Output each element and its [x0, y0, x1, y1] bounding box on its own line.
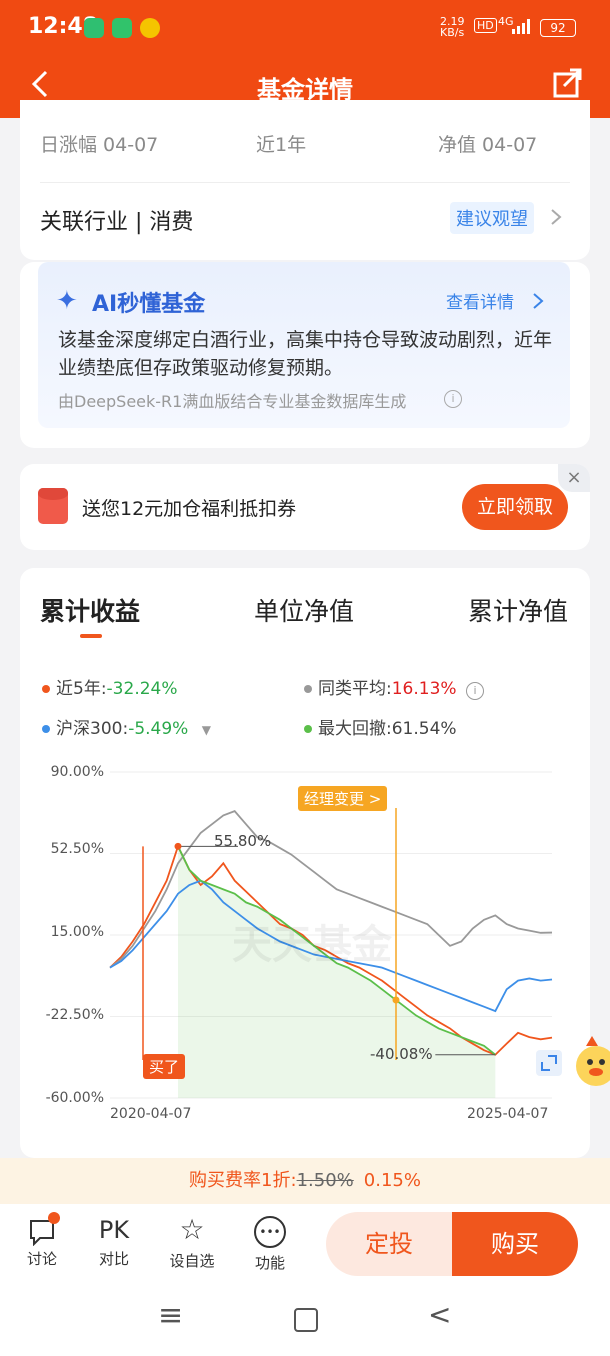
notification-dot: [48, 1212, 60, 1224]
tab-cumulative-return[interactable]: 累计收益: [40, 592, 140, 628]
fee-label: 购买费率1折:: [189, 1170, 297, 1191]
x-end-label: 2025-04-07: [467, 1106, 549, 1122]
mascot-icon[interactable]: [572, 1032, 610, 1090]
battery-icon: 92: [540, 19, 576, 37]
summary-label-1: 日涨幅 04-07: [40, 134, 159, 156]
ai-title: AI秒懂基金: [92, 292, 206, 317]
battery-level: 92: [550, 21, 566, 35]
bottom-action-bar: 讨论 PK 对比 ☆ 设自选 ••• 功能 定投 购买: [0, 1204, 610, 1284]
sparkle-icon: ✦: [56, 286, 78, 316]
legend-value: 61.54%: [391, 719, 457, 739]
back-nav-icon[interactable]: <: [428, 1298, 451, 1331]
ai-panel: ✦ AI秒懂基金 查看详情 该基金深度绑定白酒行业，高集中持仓导致波动剧烈，近年…: [38, 262, 570, 428]
legend-item[interactable]: 沪深300:-5.49% ▼: [42, 714, 211, 739]
advice-badge[interactable]: 建议观望: [450, 202, 534, 234]
ai-source: 由DeepSeek-R1满血版结合专业基金数据库生成: [58, 392, 407, 411]
legend-value: -5.49%: [128, 719, 189, 739]
ai-card: ✦ AI秒懂基金 查看详情 该基金深度绑定白酒行业，高集中持仓导致波动剧烈，近年…: [20, 262, 590, 448]
envelope-flap: [38, 488, 68, 500]
info-icon[interactable]: i: [465, 682, 484, 700]
industry-label[interactable]: 关联行业 | 消费: [40, 204, 193, 236]
app-icon: [140, 18, 160, 38]
close-icon[interactable]: ×: [558, 464, 590, 492]
tab-unit-nav[interactable]: 单位净值: [254, 592, 354, 628]
watchlist-button[interactable]: ☆ 设自选: [162, 1214, 222, 1271]
shield-icon: [84, 18, 104, 38]
legend-dot: [304, 685, 312, 693]
share-icon[interactable]: [550, 66, 584, 100]
divider: [40, 182, 570, 183]
signal-icon: [512, 18, 532, 34]
legend-label: 沪深300:: [56, 719, 129, 739]
home-icon[interactable]: [294, 1308, 318, 1332]
legend-label: 同类平均:: [318, 679, 392, 699]
info-icon[interactable]: i: [444, 390, 462, 408]
more-icon: •••: [254, 1216, 286, 1248]
trough-label: -40.08%: [370, 1045, 433, 1063]
manager-change-tag[interactable]: 经理变更 >: [298, 786, 388, 811]
caret-down-icon[interactable]: ▼: [202, 723, 211, 737]
x-start-label: 2020-04-07: [110, 1106, 192, 1122]
chevron-right-icon[interactable]: [550, 208, 562, 230]
chat-icon: [28, 1212, 60, 1247]
ai-detail-link[interactable]: 查看详情: [446, 288, 514, 313]
fee-new: 0.15%: [363, 1170, 421, 1191]
legend-label: 近5年:: [56, 679, 107, 699]
watchlist-label: 设自选: [169, 1252, 215, 1270]
claim-button[interactable]: 立即领取: [462, 484, 568, 530]
ai-text: 该基金深度绑定白酒行业，高集中持仓导致波动剧烈，近年业绩垫底但存政策驱动修复预期…: [58, 329, 553, 379]
coupon-text: 送您12元加仓福利抵扣券: [82, 498, 297, 520]
compare-button[interactable]: PK 对比: [84, 1214, 144, 1269]
red-envelope-icon: [38, 488, 68, 524]
buy-button[interactable]: 购买: [452, 1212, 578, 1276]
legend-value: -32.24%: [106, 679, 178, 699]
manager-change-marker: [392, 996, 400, 1004]
legend-dot: [42, 685, 50, 693]
legend-dot: [304, 725, 312, 733]
active-tab-indicator: [80, 634, 102, 638]
hd-icon: HD: [474, 18, 497, 33]
pk-icon: PK: [98, 1216, 130, 1244]
chevron-right-icon[interactable]: [532, 292, 544, 314]
discuss-label: 讨论: [26, 1250, 57, 1268]
status-bar: 12:48 2.19 KB/s HD 4G 92: [0, 0, 610, 56]
functions-button[interactable]: ••• 功能: [240, 1214, 300, 1273]
legend-item: 同类平均:16.13% i: [304, 674, 484, 700]
expand-icon[interactable]: [536, 1050, 562, 1076]
tab-accumulated-nav[interactable]: 累计净值: [468, 592, 568, 628]
fee-strip: 购买费率1折:1.50% 0.15%: [0, 1158, 610, 1204]
legend-item: 近5年:-32.24%: [42, 674, 178, 699]
legend-item: 最大回撤:61.54%: [304, 714, 457, 739]
auto-invest-button[interactable]: 定投: [326, 1212, 452, 1276]
functions-label: 功能: [254, 1254, 285, 1272]
phone-icon: [112, 18, 132, 38]
summary-card: 日涨幅 04-07 近1年 净值 04-07 关联行业 | 消费 建议观望: [20, 100, 590, 260]
menu-icon[interactable]: ≡: [158, 1298, 183, 1333]
summary-label-2: 近1年: [256, 134, 307, 156]
drawdown-area: [178, 846, 496, 1098]
fee-old: 1.50%: [296, 1170, 354, 1191]
peak-marker: [174, 842, 182, 850]
summary-label-3: 净值 04-07: [438, 134, 538, 156]
legend-dot: [42, 725, 50, 733]
peak-label: 55.80%: [214, 832, 272, 850]
legend-label: 最大回撤:: [318, 719, 392, 739]
coupon-card: 送您12元加仓福利抵扣券 立即领取 ×: [20, 464, 590, 550]
discuss-button[interactable]: 讨论: [12, 1212, 72, 1269]
system-nav-bar: ≡ <: [0, 1284, 610, 1356]
buy-tag: 买了: [143, 1054, 186, 1079]
status-speed: 2.19 KB/s: [440, 15, 465, 39]
legend-value: 16.13%: [391, 679, 457, 699]
star-icon: ☆: [179, 1213, 205, 1246]
compare-label: 对比: [98, 1250, 129, 1268]
watermark: 天天基金: [232, 922, 392, 968]
